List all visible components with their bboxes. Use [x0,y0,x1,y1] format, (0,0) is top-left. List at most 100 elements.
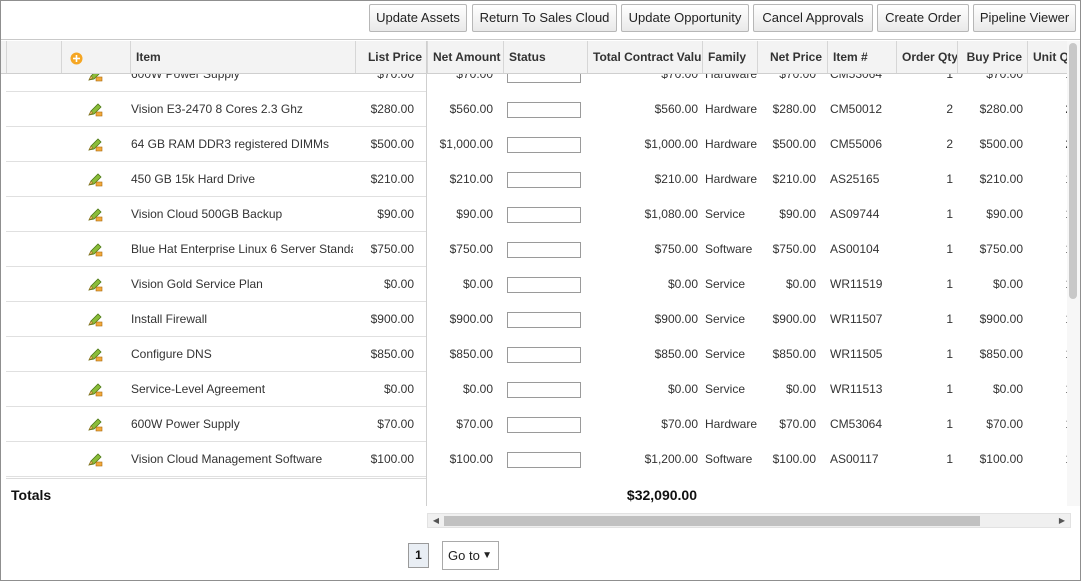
status-field[interactable] [507,452,581,468]
grid-body: 600W Power Supply $70.00 $70.00 $70.00 Hardw… [1,74,1080,484]
order-qty-cell: 1 [946,417,953,431]
scroll-right-icon[interactable]: ▶ [1055,514,1069,527]
edit-pencil-icon[interactable] [87,103,103,117]
list-price-cell: $70.00 [377,74,414,81]
item-number-column-header[interactable]: Item # [827,41,896,73]
family-column-header[interactable]: Family [702,41,757,73]
cancel-approvals-button[interactable]: Cancel Approvals [753,4,873,32]
net-amount-cell: $900.00 [449,312,493,326]
status-field[interactable] [507,207,581,223]
table-row[interactable]: 600W Power Supply $70.00 $70.00 $70.00 Hardw… [1,407,1080,442]
status-field[interactable] [507,347,581,363]
status-field[interactable] [507,312,581,328]
status-field[interactable] [507,172,581,188]
edit-pencil-icon[interactable] [87,313,103,327]
edit-pencil-icon[interactable] [87,453,103,467]
select-column-header[interactable] [6,41,61,73]
order-qty-cell: 1 [946,277,953,291]
total-contract-value-total: $32,090.00 [626,487,697,503]
line-items-window: Update Assets Return To Sales Cloud Upda… [0,0,1081,581]
status-field[interactable] [507,74,581,83]
family-cell: Hardware [705,102,757,116]
unit-qty-cell: 1 [1027,337,1072,372]
status-field[interactable] [507,382,581,398]
table-row[interactable]: 450 GB 15k Hard Drive $210.00 $210.00 $210.… [1,162,1080,197]
net-amount-cell: $100.00 [449,452,493,466]
item-cell: 600W Power Supply [131,417,240,431]
edit-pencil-icon[interactable] [87,418,103,432]
edit-pencil-icon[interactable] [87,208,103,222]
net-amount-column-header[interactable]: Net Amount [427,41,503,73]
status-field[interactable] [507,417,581,433]
totals-label: Totals [11,487,52,503]
total-contract-value-cell: $1,200.00 [644,452,698,466]
net-amount-cell: $0.00 [462,382,493,396]
item-cell: Vision Cloud Management Software [131,452,323,466]
item-number-cell: AS00104 [830,242,880,256]
net-price-column-header[interactable]: Net Price [757,41,827,73]
buy-price-cell: $90.00 [986,207,1023,221]
list-price-cell: $0.00 [383,382,414,396]
total-contract-value-cell: $70.00 [661,417,698,431]
table-row[interactable]: Vision Gold Service Plan $0.00 $0.00 $0.00 S… [1,267,1080,302]
list-price-column-header[interactable]: List Price [355,41,427,73]
net-price-cell: $210.00 [772,172,816,186]
buy-price-cell: $70.00 [986,417,1023,431]
add-icon[interactable] [70,52,83,65]
buy-price-cell: $850.00 [979,347,1023,361]
order-qty-cell: 1 [946,312,953,326]
buy-price-cell: $500.00 [979,137,1023,151]
order-qty-column-header[interactable]: Order Qty [896,41,957,73]
go-to-select[interactable]: Go to ▼ [442,541,499,570]
item-number-cell: WR11507 [830,312,883,326]
horizontal-scrollbar-thumb[interactable] [444,516,980,526]
table-row[interactable]: Vision Cloud 500GB Backup $90.00 $90.00 $1,… [1,197,1080,232]
buy-price-cell: $70.00 [986,74,1023,81]
line-items-grid: Item List Price Net Amount Status Total … [1,41,1080,506]
edit-pencil-icon[interactable] [87,383,103,397]
scroll-left-icon[interactable]: ◀ [429,514,443,527]
item-number-cell: WR11519 [830,277,883,291]
list-price-cell: $210.00 [370,172,414,186]
update-opportunity-button[interactable]: Update Opportunity [621,4,749,32]
edit-pencil-icon[interactable] [87,243,103,257]
list-price-cell: $850.00 [370,347,414,361]
net-amount-cell: $0.00 [462,277,493,291]
return-to-sales-cloud-button[interactable]: Return To Sales Cloud [472,4,617,32]
update-assets-button[interactable]: Update Assets [369,4,467,32]
edit-pencil-icon[interactable] [87,173,103,187]
table-row[interactable]: Blue Hat Enterprise Linux 6 Server Stand… [1,232,1080,267]
total-contract-value-cell: $210.00 [654,172,698,186]
create-order-button[interactable]: Create Order [877,4,969,32]
status-field[interactable] [507,277,581,293]
grid-header: Item List Price Net Amount Status Total … [1,41,1080,74]
vertical-scrollbar-thumb[interactable] [1069,43,1077,299]
table-row[interactable]: Install Firewall $900.00 $900.00 $900.00 Ser… [1,302,1080,337]
status-column-header[interactable]: Status [503,41,587,73]
horizontal-scrollbar[interactable]: ◀ ▶ [427,513,1071,528]
total-contract-value-column-header[interactable]: Total Contract Value [587,41,702,73]
status-field[interactable] [507,242,581,258]
table-row[interactable]: Vision E3-2470 8 Cores 2.3 Ghz $280.00 $56… [1,92,1080,127]
table-row[interactable]: Vision Cloud Management Software $100.00 $… [1,442,1080,477]
vertical-scrollbar[interactable] [1067,41,1080,506]
edit-pencil-icon[interactable] [87,74,103,82]
item-cell: 450 GB 15k Hard Drive [131,172,256,186]
buy-price-cell: $280.00 [979,102,1023,116]
item-column-header[interactable]: Item [130,41,355,73]
table-row[interactable]: 64 GB RAM DDR3 registered DIMMs $500.00 $1… [1,127,1080,162]
edit-pencil-icon[interactable] [87,138,103,152]
pipeline-viewer-button[interactable]: Pipeline Viewer [973,4,1076,32]
status-field[interactable] [507,137,581,153]
page-number-current[interactable]: 1 [408,543,429,568]
table-row[interactable]: Service-Level Agreement $0.00 $0.00 $0.00 Se… [1,372,1080,407]
frozen-column-divider [426,41,427,506]
net-price-cell: $90.00 [779,207,816,221]
order-qty-cell: 1 [946,382,953,396]
status-field[interactable] [507,102,581,118]
buy-price-column-header[interactable]: Buy Price [957,41,1027,73]
edit-pencil-icon[interactable] [87,348,103,362]
table-row[interactable]: Configure DNS $850.00 $850.00 $850.00 Servic… [1,337,1080,372]
edit-pencil-icon[interactable] [87,278,103,292]
table-row[interactable]: 600W Power Supply $70.00 $70.00 $70.00 Hardw… [1,74,1080,92]
